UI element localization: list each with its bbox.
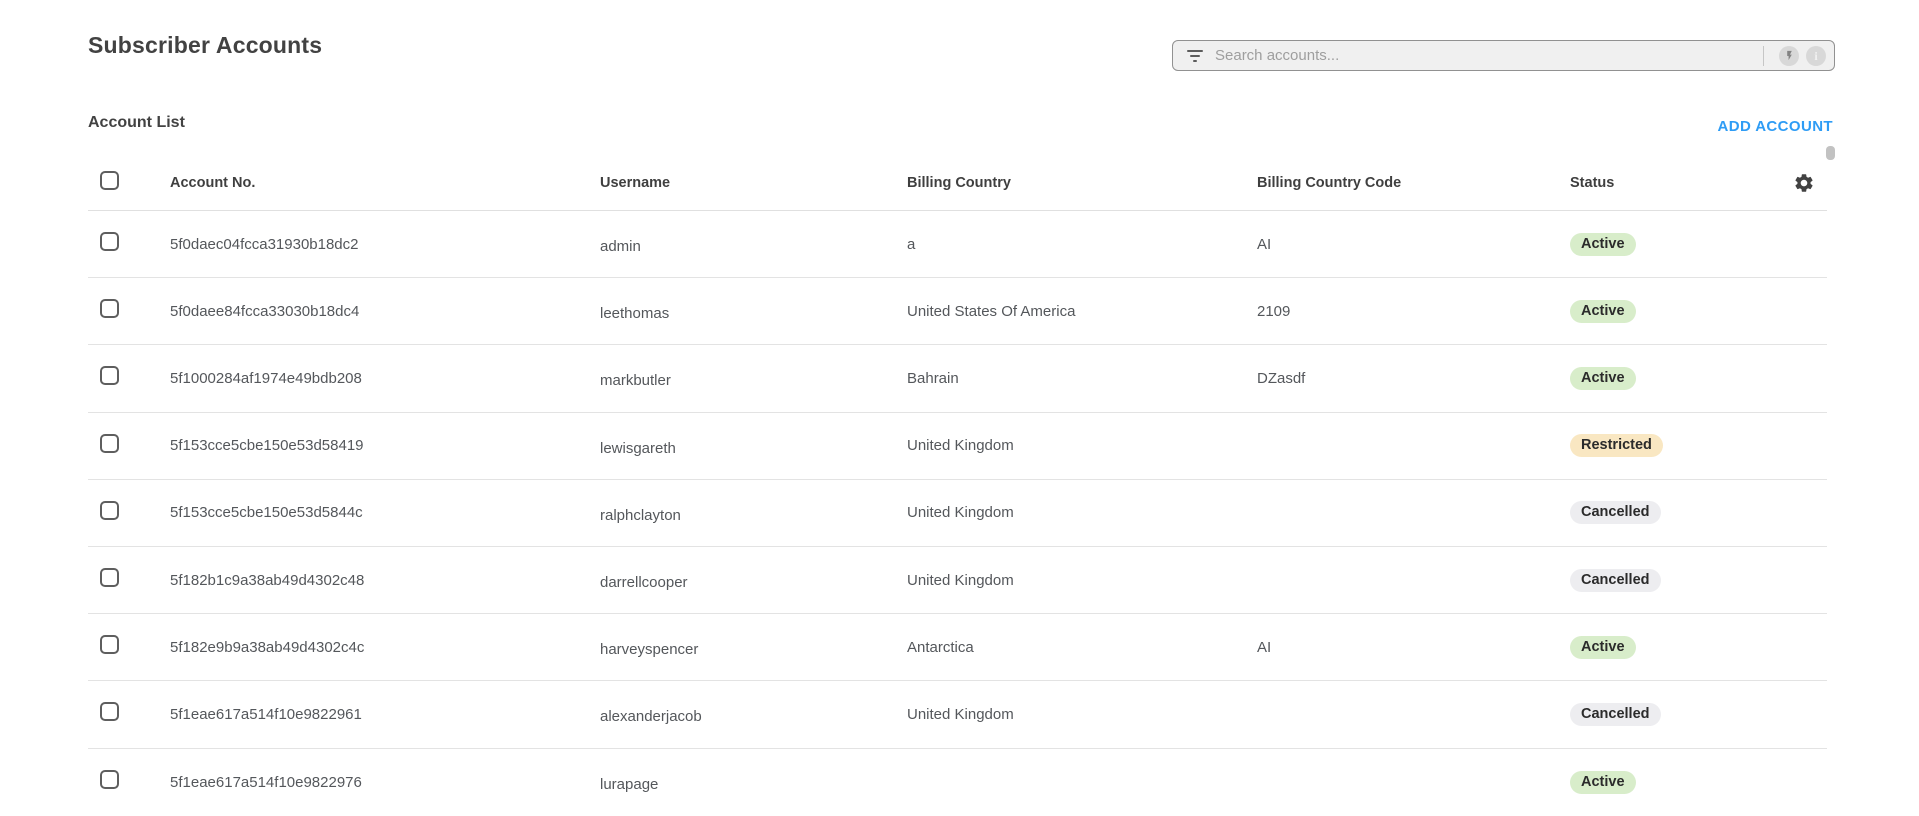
status-badge: Cancelled — [1570, 501, 1661, 524]
cell-username: markbutler — [600, 367, 907, 389]
cell-username: admin — [600, 233, 907, 255]
table-row[interactable]: 5f1000284af1974e49bdb208 markbutler Bahr… — [88, 345, 1827, 412]
column-header-billing-country-code: Billing Country Code — [1257, 175, 1570, 191]
cell-account-no: 5f1eae617a514f10e9822961 — [170, 706, 600, 723]
cell-account-no: 5f182e9b9a38ab49d4302c4c — [170, 639, 600, 656]
info-icon: i — [1814, 50, 1817, 62]
table-row[interactable]: 5f182b1c9a38ab49d4302c48 darrellcooper U… — [88, 547, 1827, 614]
row-checkbox[interactable] — [100, 770, 119, 789]
column-header-status: Status — [1570, 175, 1780, 191]
row-checkbox[interactable] — [100, 366, 119, 385]
cell-billing-country: Antarctica — [907, 639, 1257, 656]
cell-account-no: 5f153cce5cbe150e53d58419 — [170, 437, 600, 454]
filter-list-icon[interactable] — [1187, 50, 1203, 62]
cell-billing-country: a — [907, 236, 1257, 253]
cell-billing-country-code: AI — [1257, 639, 1570, 656]
column-header-username: Username — [600, 175, 907, 191]
select-all-checkbox[interactable] — [100, 171, 119, 190]
status-badge: Active — [1570, 367, 1636, 390]
cell-username: lurapage — [600, 771, 907, 793]
table-header-row: Account No. Username Billing Country Bil… — [88, 156, 1827, 211]
cell-username: alexanderjacob — [600, 703, 907, 725]
cell-account-no: 5f182b1c9a38ab49d4302c48 — [170, 572, 600, 589]
scrollbar-thumb[interactable] — [1826, 146, 1835, 160]
row-checkbox[interactable] — [100, 635, 119, 654]
column-header-account-no: Account No. — [170, 175, 600, 191]
page-title: Subscriber Accounts — [88, 32, 322, 59]
cell-billing-country: United Kingdom — [907, 504, 1257, 521]
cell-username: darrellcooper — [600, 569, 907, 591]
cell-billing-country: United States Of America — [907, 303, 1257, 320]
table-row[interactable]: 5f182e9b9a38ab49d4302c4c harveyspencer A… — [88, 614, 1827, 681]
cell-account-no: 5f1000284af1974e49bdb208 — [170, 370, 600, 387]
status-badge: Restricted — [1570, 434, 1663, 457]
lightning-icon — [1784, 50, 1795, 61]
add-account-button[interactable]: ADD ACCOUNT — [1717, 118, 1833, 135]
row-checkbox[interactable] — [100, 299, 119, 318]
status-badge: Active — [1570, 300, 1636, 323]
table-row[interactable]: 5f1eae617a514f10e9822976 lurapage Active — [88, 749, 1827, 816]
status-badge: Active — [1570, 771, 1636, 794]
cell-billing-country-code: AI — [1257, 236, 1570, 253]
row-checkbox[interactable] — [100, 568, 119, 587]
accounts-table: Account No. Username Billing Country Bil… — [88, 156, 1827, 816]
info-button[interactable]: i — [1806, 46, 1826, 66]
cell-billing-country: United Kingdom — [907, 572, 1257, 589]
status-badge: Active — [1570, 233, 1636, 256]
subscriber-accounts-page: Subscriber Accounts i Account List ADD A… — [0, 0, 1919, 816]
row-checkbox[interactable] — [100, 702, 119, 721]
cell-billing-country: United Kingdom — [907, 706, 1257, 723]
table-row[interactable]: 5f0daec04fcca31930b18dc2 admin a AI Acti… — [88, 211, 1827, 278]
cell-account-no: 5f1eae617a514f10e9822976 — [170, 774, 600, 791]
cell-account-no: 5f0daee84fcca33030b18dc4 — [170, 303, 600, 320]
search-divider — [1763, 46, 1764, 66]
settings-gear-icon — [1793, 172, 1815, 194]
cell-account-no: 5f153cce5cbe150e53d5844c — [170, 504, 600, 521]
search-bar: i — [1172, 40, 1835, 71]
row-checkbox[interactable] — [100, 434, 119, 453]
table-row[interactable]: 5f0daee84fcca33030b18dc4 leethomas Unite… — [88, 278, 1827, 345]
column-header-billing-country: Billing Country — [907, 175, 1257, 191]
column-settings-button[interactable] — [1793, 172, 1815, 194]
status-badge: Cancelled — [1570, 569, 1661, 592]
status-badge: Cancelled — [1570, 703, 1661, 726]
cell-billing-country-code: 2109 — [1257, 303, 1570, 320]
cell-username: lewisgareth — [600, 435, 907, 457]
table-body: 5f0daec04fcca31930b18dc2 admin a AI Acti… — [88, 211, 1827, 816]
section-title: Account List — [88, 114, 185, 132]
search-input[interactable] — [1215, 47, 1755, 64]
cell-billing-country-code: DZasdf — [1257, 370, 1570, 387]
table-row[interactable]: 5f153cce5cbe150e53d5844c ralphclayton Un… — [88, 480, 1827, 547]
cell-billing-country: Bahrain — [907, 370, 1257, 387]
cell-account-no: 5f0daec04fcca31930b18dc2 — [170, 236, 600, 253]
table-row[interactable]: 5f153cce5cbe150e53d58419 lewisgareth Uni… — [88, 413, 1827, 480]
cell-username: leethomas — [600, 300, 907, 322]
row-checkbox[interactable] — [100, 232, 119, 251]
row-checkbox[interactable] — [100, 501, 119, 520]
cell-username: harveyspencer — [600, 636, 907, 658]
cell-username: ralphclayton — [600, 502, 907, 524]
status-badge: Active — [1570, 636, 1636, 659]
cell-billing-country: United Kingdom — [907, 437, 1257, 454]
table-row[interactable]: 5f1eae617a514f10e9822961 alexanderjacob … — [88, 681, 1827, 748]
lightning-button[interactable] — [1779, 46, 1799, 66]
